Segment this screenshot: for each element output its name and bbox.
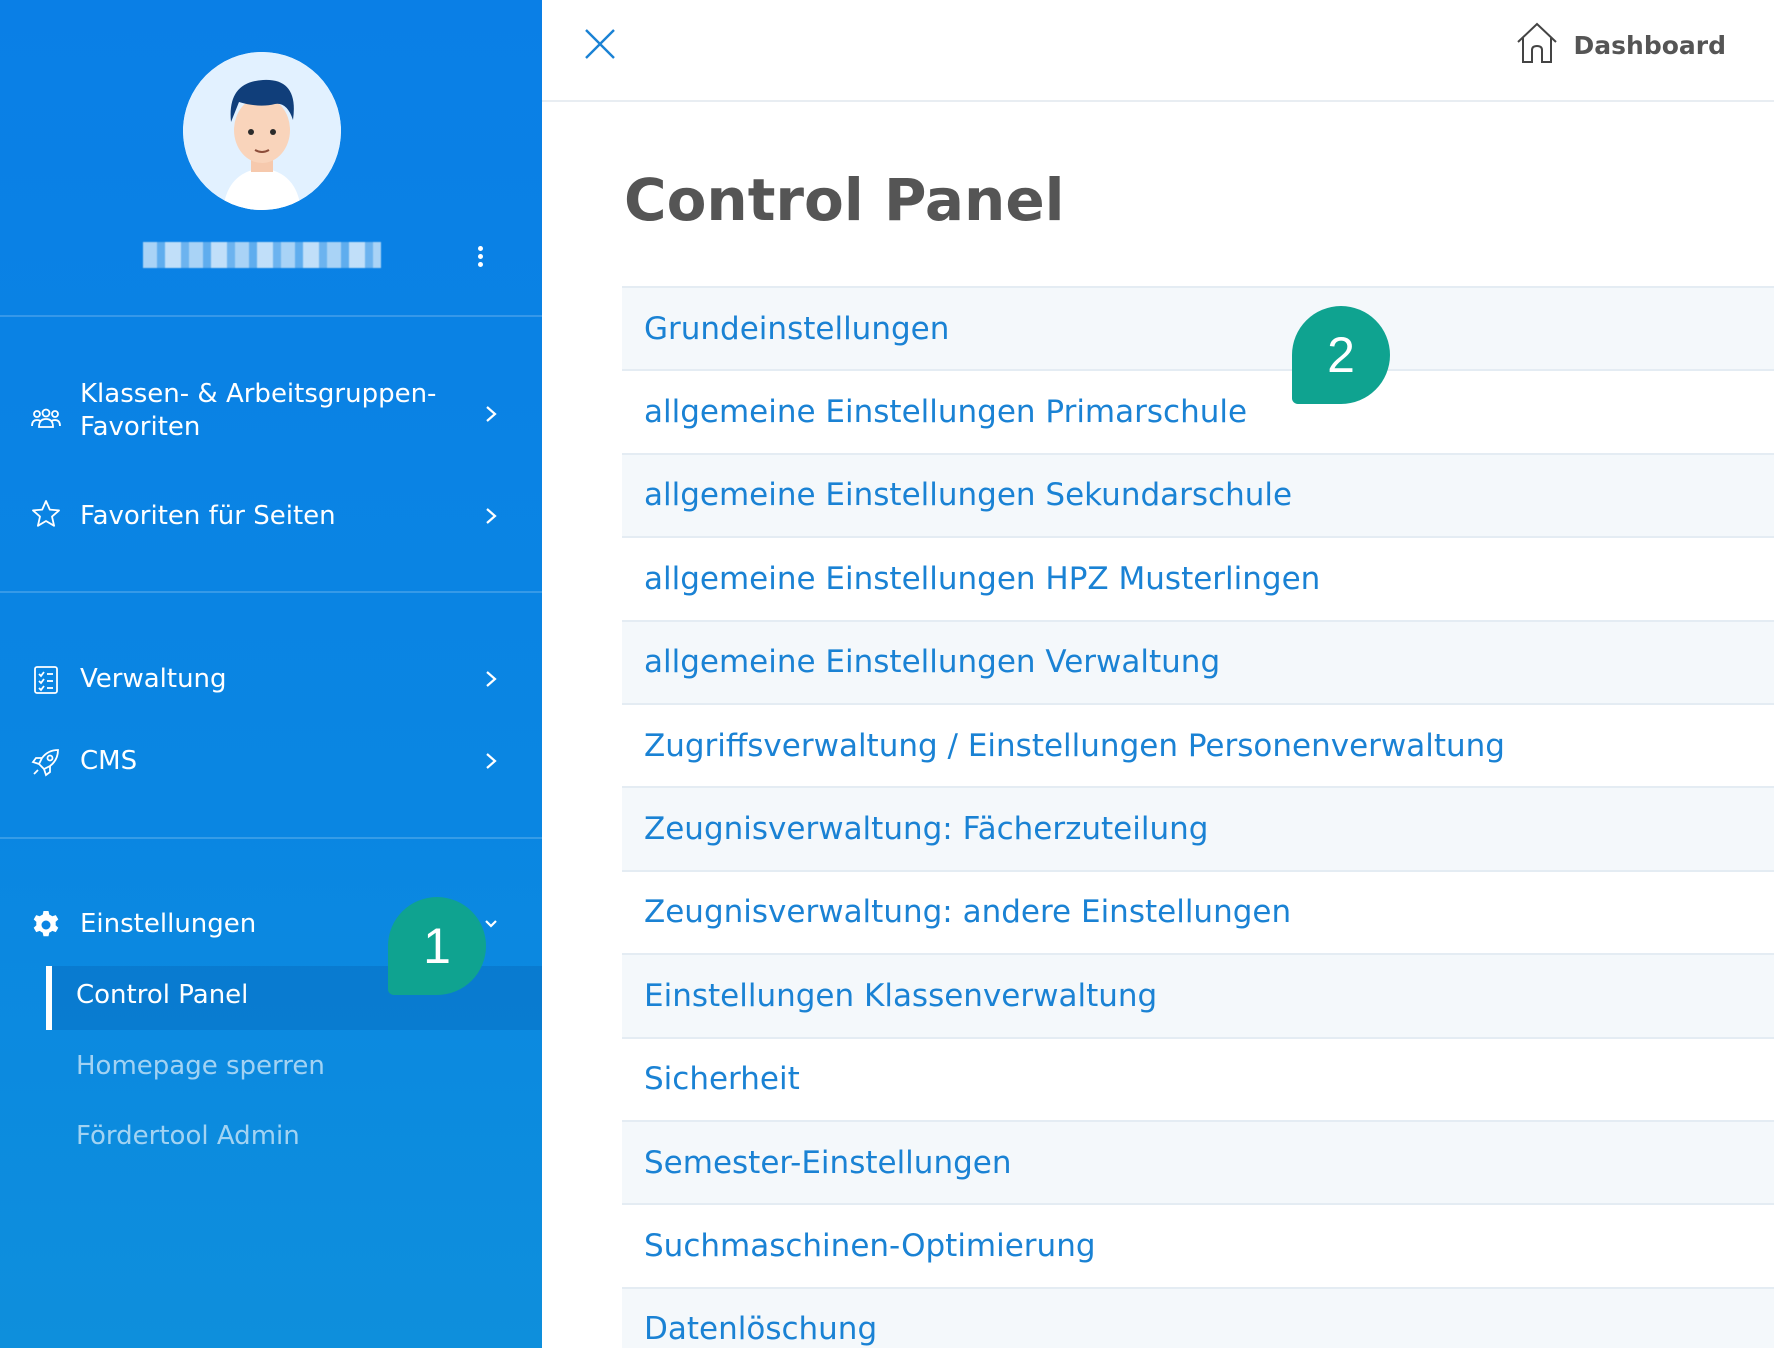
divider <box>0 315 542 317</box>
divider <box>0 591 542 593</box>
nav-item-cms[interactable]: CMS <box>0 737 542 787</box>
avatar-icon <box>183 52 341 210</box>
checklist-icon <box>28 662 64 698</box>
nav-label-einstellungen: Einstellungen <box>80 909 257 939</box>
rocket-icon <box>28 744 64 780</box>
nav-label-favoriten-seiten: Favoriten für Seiten <box>80 501 336 531</box>
list-item[interactable]: Zugriffsverwaltung / Einstellungen Perso… <box>622 702 1774 786</box>
chevron-right-icon <box>480 504 502 534</box>
chevron-right-icon <box>480 749 502 779</box>
sub-item-foerdertool-admin[interactable]: Fördertool Admin <box>76 1120 300 1153</box>
nav-label-verwaltung: Verwaltung <box>80 664 227 694</box>
username-blurred <box>143 242 381 268</box>
list-item[interactable]: Zeugnisverwaltung: andere Einstellungen <box>622 869 1774 953</box>
list-item[interactable]: allgemeine Einstellungen Verwaltung <box>622 619 1774 703</box>
dashboard-label: Dashboard <box>1573 30 1726 60</box>
chevron-right-icon <box>480 667 502 697</box>
dashboard-button[interactable]: Dashboard <box>1514 20 1726 70</box>
users-icon <box>28 400 64 436</box>
nav-item-verwaltung[interactable]: Verwaltung <box>0 655 542 705</box>
divider <box>0 837 542 839</box>
avatar[interactable] <box>183 52 341 210</box>
callout-badge-2: 2 <box>1292 306 1390 404</box>
star-icon <box>28 496 64 532</box>
sub-item-label-control-panel[interactable]: Control Panel <box>76 979 248 1012</box>
list-item[interactable]: Einstellungen Klassenverwaltung <box>622 953 1774 1037</box>
list-item[interactable]: Sicherheit <box>622 1036 1774 1120</box>
nav-label-cms: CMS <box>80 746 138 776</box>
callout-badge-1: 1 <box>388 897 486 995</box>
list-item[interactable]: Zeugnisverwaltung: Fächerzuteilung <box>622 786 1774 870</box>
list-item[interactable]: allgemeine Einstellungen Primarschule <box>622 369 1774 452</box>
nav-item-klassen-favoriten[interactable]: Klassen- & Arbeitsgruppen- Favoriten <box>0 378 542 458</box>
list-item[interactable]: Datenlöschung <box>622 1286 1774 1348</box>
list-item[interactable]: Grundeinstellungen <box>622 286 1774 370</box>
topbar: Dashboard <box>542 0 1774 102</box>
chevron-right-icon <box>480 402 502 432</box>
sub-item-homepage-sperren[interactable]: Homepage sperren <box>76 1050 325 1083</box>
gear-icon <box>28 907 64 943</box>
page-title: Control Panel <box>624 166 1065 234</box>
home-icon <box>1514 20 1560 70</box>
close-icon[interactable] <box>582 26 618 62</box>
list-item[interactable]: allgemeine Einstellungen HPZ Musterlinge… <box>622 536 1774 619</box>
nav-label-klassen-favoriten: Klassen- & Arbeitsgruppen- Favoriten <box>80 379 437 442</box>
control-panel-list: Grundeinstellungen allgemeine Einstellun… <box>622 286 1774 1348</box>
list-item[interactable]: Suchmaschinen-Optimierung <box>622 1203 1774 1286</box>
list-item[interactable]: allgemeine Einstellungen Sekundarschule <box>622 452 1774 537</box>
nav-item-favoriten-seiten[interactable]: Favoriten für Seiten <box>0 492 542 542</box>
list-item[interactable]: Semester-Einstellungen <box>622 1119 1774 1204</box>
more-options-icon[interactable] <box>474 246 486 274</box>
sidebar: Klassen- & Arbeitsgruppen- Favoriten Fav… <box>0 0 542 1348</box>
